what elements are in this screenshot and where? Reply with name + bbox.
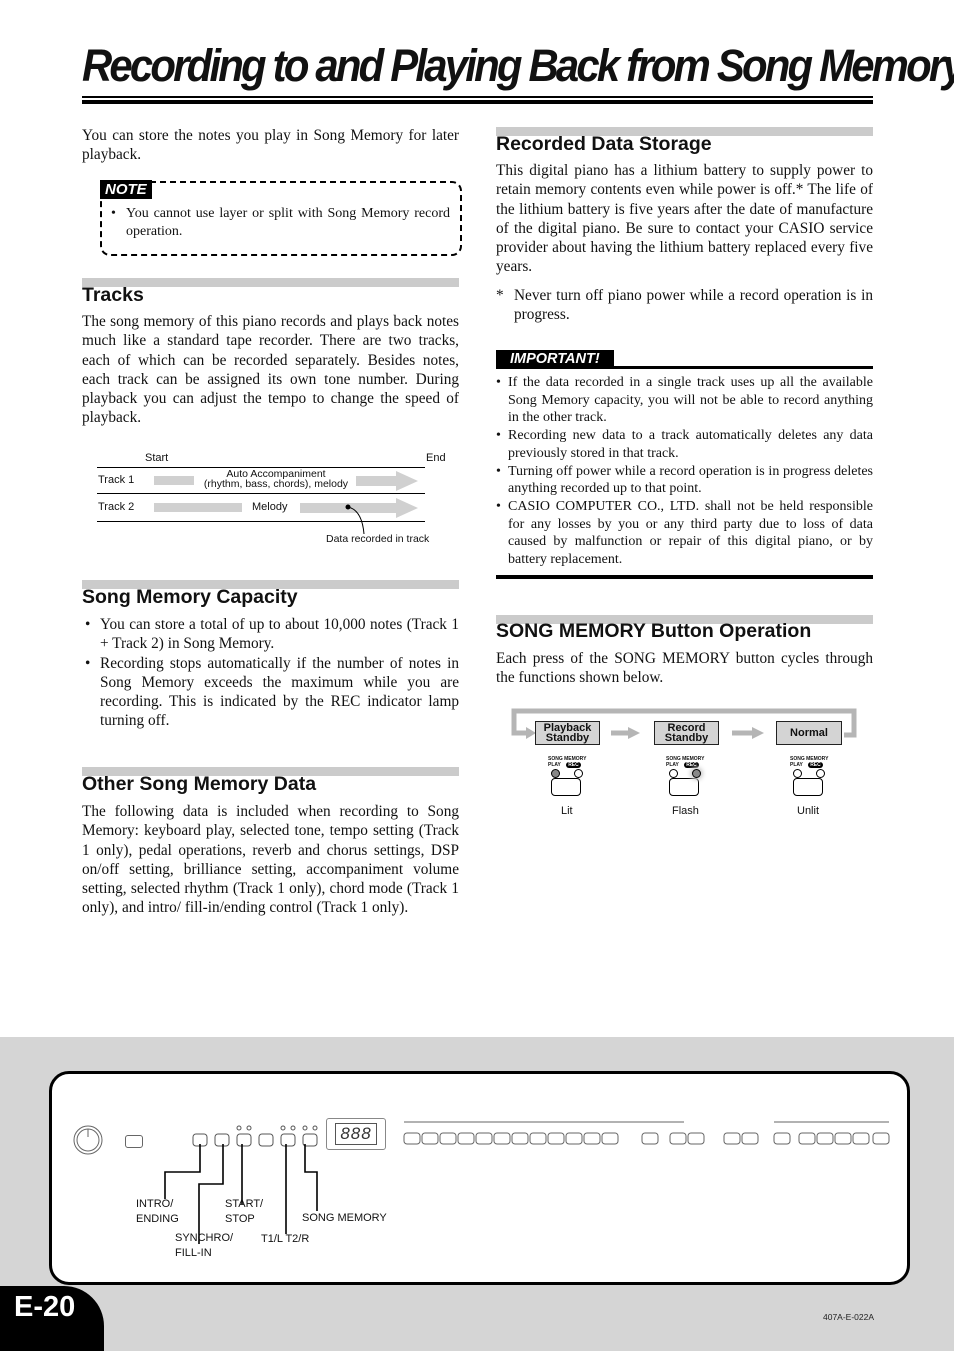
state-normal: Normal xyxy=(776,721,842,745)
tone-buttons-icon xyxy=(403,1121,890,1145)
state-record-standby: Record Standby xyxy=(654,721,719,745)
lamp-state-flash: Flash xyxy=(672,805,699,817)
diagram-rule-mid xyxy=(97,493,425,494)
capacity-item: You can store a total of up to about 10,… xyxy=(82,615,459,654)
note-tag: NOTE xyxy=(100,180,152,199)
callout-t1-t2: T1/L T2/R xyxy=(261,1233,310,1245)
track1-content: Auto Accompaniment (rhythm, bass, chords… xyxy=(203,468,349,490)
callout-leader xyxy=(345,504,365,535)
lamp-state-unlit: Unlit xyxy=(797,805,820,817)
storage-heading: Recorded Data Storage xyxy=(496,133,712,155)
diagram-start-label: Start xyxy=(145,452,169,464)
state-playback-standby: Playback Standby xyxy=(535,721,600,745)
rec-lamp-flash xyxy=(692,769,701,778)
rec-lamp-off xyxy=(816,769,825,778)
play-lamp-off xyxy=(669,769,678,778)
button-op-heading: SONG MEMORY Button Operation xyxy=(496,620,812,642)
capacity-heading: Song Memory Capacity xyxy=(82,586,298,608)
indicator-normal: SONG MEMORY PLAY REC xyxy=(790,756,830,796)
song-memory-button xyxy=(793,778,823,796)
capacity-item: Recording stops automatically if the num… xyxy=(82,654,459,731)
song-memory-button xyxy=(669,778,699,796)
rec-lamp-off xyxy=(574,769,583,778)
control-panel-illustration: 888 INTRO/ ENDING START/ STOP SONG MEMOR… xyxy=(49,1071,910,1285)
title-rule-thin xyxy=(82,96,873,98)
callout-song-memory: SONG MEMORY xyxy=(302,1212,387,1224)
important-item: If the data recorded in a single track u… xyxy=(496,374,873,427)
footnote-mark: * xyxy=(496,287,504,304)
track2-bar-left xyxy=(154,503,242,512)
track2-label: Track 2 xyxy=(98,501,135,513)
data-recorded-callout: Data recorded in track xyxy=(326,533,430,545)
track1-bar-left xyxy=(154,476,194,485)
diagram-end-label: End xyxy=(426,452,446,464)
play-lamp-off xyxy=(793,769,802,778)
storage-footnote: Never turn off piano power while a recor… xyxy=(514,287,873,324)
track1-label: Track 1 xyxy=(98,474,135,486)
tracks-diagram: Start End Track 1 Track 2 Auto Accompani… xyxy=(90,448,460,548)
note-list: You cannot use layer or split with Song … xyxy=(108,205,450,241)
title-rule-thick xyxy=(82,100,873,104)
note-item: You cannot use layer or split with Song … xyxy=(108,205,450,241)
page-title: Recording to and Playing Back from Song … xyxy=(82,40,954,91)
important-list: If the data recorded in a single track u… xyxy=(496,374,873,569)
other-body: The following data is included when reco… xyxy=(82,803,459,917)
callout-intro-ending: INTRO/ ENDING xyxy=(136,1198,179,1225)
important-item: Recording new data to a track automatica… xyxy=(496,427,873,462)
volume-knob-icon xyxy=(73,1125,103,1155)
document-code: 407A-E-022A xyxy=(823,1312,875,1322)
track1-arrow xyxy=(356,471,418,491)
indicator-record: SONG MEMORY PLAY REC xyxy=(666,756,706,796)
callout-synchro-fill-in: SYNCHRO/ FILL-IN xyxy=(175,1232,234,1259)
important-item: Turning off power while a record operati… xyxy=(496,463,873,498)
storage-body: This digital piano has a lithium battery… xyxy=(496,162,873,276)
tracks-heading: Tracks xyxy=(82,284,144,306)
important-item: CASIO COMPUTER CO., LTD. shall not be he… xyxy=(496,498,873,569)
important-tag: IMPORTANT! xyxy=(496,350,614,368)
capacity-list: You can store a total of up to about 10,… xyxy=(82,615,459,731)
lamp-state-lit: Lit xyxy=(561,805,573,817)
page-number: E-20 xyxy=(14,1291,76,1323)
state-cycle-diagram: Playback Standby Record Standby Normal SON… xyxy=(508,705,860,825)
button-op-body: Each press of the SONG MEMORY button cyc… xyxy=(496,650,873,687)
indicator-playback: SONG MEMORY PLAY REC xyxy=(548,756,588,796)
other-heading: Other Song Memory Data xyxy=(82,773,317,795)
intro-text: You can store the notes you play in Song… xyxy=(82,127,459,164)
play-lamp-lit xyxy=(551,769,560,778)
track2-content: Melody xyxy=(252,501,288,513)
tracks-body: The song memory of this piano records an… xyxy=(82,313,459,427)
song-memory-button xyxy=(551,778,581,796)
important-rule-bottom xyxy=(496,575,873,579)
callout-start-stop: START/ STOP xyxy=(225,1198,264,1225)
